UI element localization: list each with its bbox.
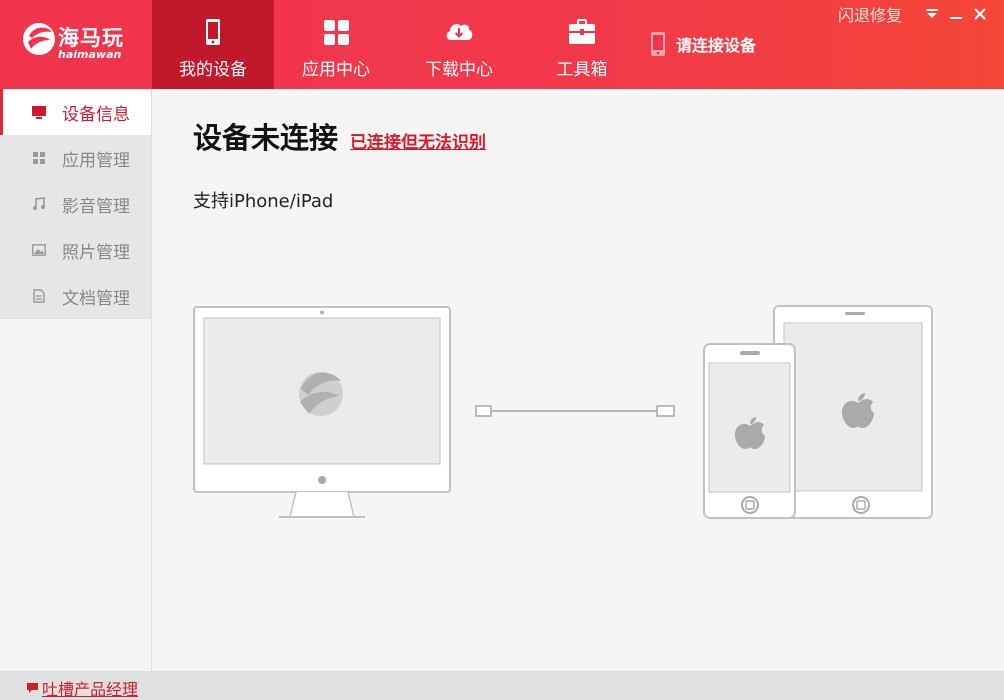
- minimize-icon[interactable]: [944, 3, 968, 25]
- feedback-text: 吐槽产品经理: [42, 680, 139, 699]
- connect-hint-text: 请连接设备: [676, 36, 757, 55]
- tab-download-center[interactable]: 下载中心: [398, 0, 520, 89]
- tab-label: 我的设备: [179, 60, 247, 80]
- tab-label: 工具箱: [556, 60, 608, 80]
- phone-icon: [206, 19, 220, 45]
- footer-bar: 吐槽产品经理: [0, 671, 1004, 700]
- tab-toolbox[interactable]: 工具箱: [521, 0, 643, 89]
- window-controls: 闪退修复: [838, 2, 992, 26]
- feedback-link[interactable]: 吐槽产品经理: [26, 676, 138, 700]
- sidebar-item-device-info[interactable]: 设备信息: [0, 89, 151, 135]
- sidebar: 设备信息 应用管理 影音管理 照片管理 文档管理: [0, 89, 152, 671]
- monitor-icon: [30, 103, 48, 121]
- triangle-down-icon[interactable]: [920, 3, 944, 25]
- tab-label: 应用中心: [302, 60, 370, 80]
- ipad-illustration: [773, 305, 933, 519]
- picture-icon: [30, 241, 48, 259]
- sidebar-item-photo-manage[interactable]: 照片管理: [0, 227, 151, 273]
- sidebar-item-document-manage[interactable]: 文档管理: [0, 273, 151, 319]
- sidebar-menu: 设备信息 应用管理 影音管理 照片管理 文档管理: [0, 89, 151, 319]
- apps-grid-icon: [324, 20, 349, 45]
- sidebar-item-label: 照片管理: [62, 242, 130, 263]
- connection-illustration: [193, 305, 933, 519]
- iphone-illustration: [703, 343, 796, 519]
- sidebar-item-media-manage[interactable]: 影音管理: [0, 181, 151, 227]
- grid-icon: [30, 149, 48, 167]
- speech-bubble-icon: [27, 683, 38, 693]
- logo-icon: [23, 23, 55, 55]
- top-header: 海马玩 haimawan 我的设备 应用中心 下载中心 工具箱 请连接设备 闪退…: [0, 0, 1004, 89]
- sidebar-item-label: 设备信息: [62, 104, 130, 125]
- music-note-icon: [30, 195, 48, 213]
- document-icon: [30, 287, 48, 305]
- toolbox-icon: [569, 19, 595, 44]
- tab-my-devices[interactable]: 我的设备: [152, 0, 274, 89]
- connect-device-hint: 请连接设备: [650, 30, 756, 58]
- usb-cable: [475, 405, 675, 417]
- phone-outline-icon: [651, 32, 665, 56]
- sidebar-item-label: 应用管理: [62, 150, 130, 171]
- crash-fix-link[interactable]: 闪退修复: [838, 2, 902, 26]
- monitor-logo-icon: [299, 372, 343, 416]
- logo-text-en: haimawan: [58, 48, 122, 61]
- main-content: 设备未连接 已连接但无法识别 支持iPhone/iPad: [153, 89, 1004, 671]
- sidebar-item-label: 影音管理: [62, 196, 130, 217]
- tab-app-center[interactable]: 应用中心: [275, 0, 397, 89]
- tab-label: 下载中心: [425, 60, 493, 80]
- close-icon[interactable]: [968, 3, 992, 25]
- sidebar-item-label: 文档管理: [62, 288, 130, 309]
- monitor-illustration: [193, 306, 451, 518]
- cloud-download-icon: [446, 24, 473, 40]
- app-logo: 海马玩 haimawan: [22, 18, 132, 68]
- sidebar-item-app-manage[interactable]: 应用管理: [0, 135, 151, 181]
